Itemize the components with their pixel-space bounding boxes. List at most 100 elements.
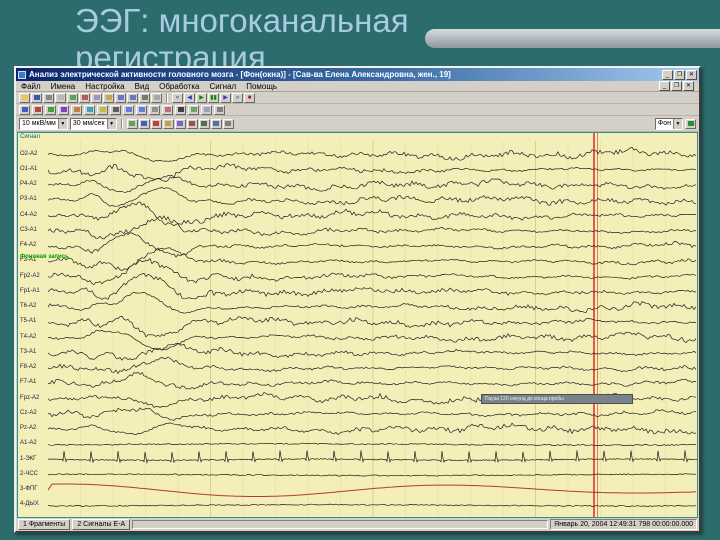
copy-icon[interactable] [91,92,102,103]
zoom-out-icon-glyph [138,107,145,112]
settings-icon[interactable] [214,104,225,115]
channel-label-T5-A1: T5-A1 [20,318,37,325]
channel-label-C4-A2: C4-A2 [20,211,38,218]
eeg-chart-area[interactable]: Сигнал O2-A2 O1-A1 P4-A2 P3-A1 C4-A2 C3-A1 F4-… [17,132,698,518]
minimize-button[interactable]: _ [662,69,673,80]
events-icon[interactable] [162,118,174,129]
brain-map-icon[interactable] [71,104,82,115]
redo-icon[interactable] [127,92,138,103]
status-tab-2[interactable]: 2 Сигналы Е-А [72,519,131,530]
find-icon[interactable] [139,92,150,103]
maximize-button[interactable]: ❐ [674,69,685,80]
play-button[interactable]: ▶ [196,92,207,103]
menu-item-3[interactable]: Настройка [85,82,124,91]
toolbar-main: «◀ ▶ ▮▮ ▶» ■ [16,92,699,104]
export-icon-glyph [69,95,76,100]
undo-icon-glyph [117,95,124,100]
page-back-button[interactable]: ◀ [184,92,195,103]
app-icon [18,70,26,79]
save-file-icon[interactable] [31,92,42,103]
toolbar-display: 10 мкВ/мм ▼ 30 мм/сек ▼ Фон ▼ [16,116,699,132]
text-note-icon[interactable] [175,104,186,115]
epoch-icon[interactable] [174,118,186,129]
spectrum-icon[interactable] [58,104,69,115]
pause-button[interactable]: ▮▮ [208,92,219,103]
ruler-icon[interactable] [110,104,121,115]
baseline-icon[interactable] [198,118,210,129]
mode-apply-button[interactable] [685,118,696,129]
erase-icon[interactable] [162,104,173,115]
channel-label-Pz-A2: Pz-A2 [20,425,37,432]
split-view-icon-glyph [86,107,93,112]
grid-toggle-icon[interactable] [126,118,138,129]
mdi-restore-button[interactable]: ❐ [671,81,682,91]
trace-2-ЧСС [48,473,697,477]
channel-label-F4-A2: F4-A2 [20,242,37,249]
paste-icon[interactable] [103,92,114,103]
grid-icon[interactable] [188,104,199,115]
cursor-mode-icon[interactable] [138,118,150,129]
menu-item-4[interactable]: Вид [135,82,149,91]
window-titlebar[interactable]: Анализ электрической активности головног… [16,68,699,81]
zoom-in-icon[interactable] [123,104,134,115]
marker-icon[interactable] [97,104,108,115]
gain-combo-value: 10 мкВ/мм [22,120,56,127]
goto-start-button[interactable]: « [172,92,183,103]
zoom-out-icon[interactable] [136,104,147,115]
lock-icon[interactable] [222,118,234,129]
marks-icon[interactable] [150,118,162,129]
copy-icon-glyph [93,95,100,100]
channel-label-Fpz-A2: Fpz-A2 [20,394,40,401]
text-note-icon-glyph [177,107,184,112]
goto-end-button[interactable]: » [232,92,243,103]
split-view-icon[interactable] [84,104,95,115]
menu-item-7[interactable]: Помощь [246,82,277,91]
export-icon[interactable] [67,92,78,103]
chevron-down-icon[interactable]: ▼ [673,118,682,129]
mdi-minimize-button[interactable]: _ [659,81,670,91]
trace-A1-A2 [48,442,696,446]
menu-item-5[interactable]: Обработка [159,82,199,91]
trace-F8-A2 [48,356,697,375]
close-button[interactable]: ✕ [686,69,697,80]
print-icon[interactable] [43,92,54,103]
channel-label-Cz-A2: Cz-A2 [20,409,37,416]
chevron-down-icon[interactable]: ▼ [57,118,67,129]
channel-label-O1-A1: O1-A1 [20,165,38,172]
channel-label-T6-A2: T6-A2 [20,303,37,310]
properties-icon[interactable] [151,92,162,103]
snapshot-icon[interactable] [201,104,212,115]
apply-icon [687,121,694,126]
cut-icon-glyph [81,95,88,100]
cut-icon[interactable] [79,92,90,103]
erase-icon-glyph [164,107,171,112]
montage-icon[interactable] [19,104,30,115]
mdi-close-button[interactable]: ✕ [683,81,694,91]
menu-item-6[interactable]: Сигнал [209,82,236,91]
chevron-down-icon[interactable]: ▼ [106,118,116,129]
page-forward-button[interactable]: ▶ [220,92,231,103]
speed-combo[interactable]: 30 мм/сек ▼ [69,117,117,130]
select-icon[interactable] [149,104,160,115]
gain-combo[interactable]: 10 мкВ/мм ▼ [19,117,68,130]
filter-icon[interactable] [32,104,43,115]
filter-icon-glyph [34,107,41,112]
undo-icon[interactable] [115,92,126,103]
preview-icon[interactable] [55,92,66,103]
trace-4-ДЫХ [48,503,697,508]
artifact-icon[interactable] [186,118,198,129]
slide-title-line1: ЭЭГ: многоканальная [75,2,409,39]
trace-T5-A1 [48,315,697,338]
channel-label-Fp1-A1: Fp1-A1 [20,287,40,294]
status-bar: 1 Фрагменты 2 Сигналы Е-А Январь 20, 2004… [16,518,699,531]
smooth-icon[interactable] [210,118,222,129]
brain-map-icon-glyph [73,107,80,112]
status-tab-1[interactable]: 1 Фрагменты [18,519,71,530]
menu-item-2[interactable]: Имена [51,82,76,91]
menu-item-1[interactable]: Файл [21,82,41,91]
open-file-icon[interactable] [19,92,30,103]
stop-button[interactable]: ■ [244,92,255,103]
gain-icon[interactable] [45,104,56,115]
mode-combo[interactable]: Фон ▼ [654,117,683,130]
toolbar-file-group [19,92,162,103]
